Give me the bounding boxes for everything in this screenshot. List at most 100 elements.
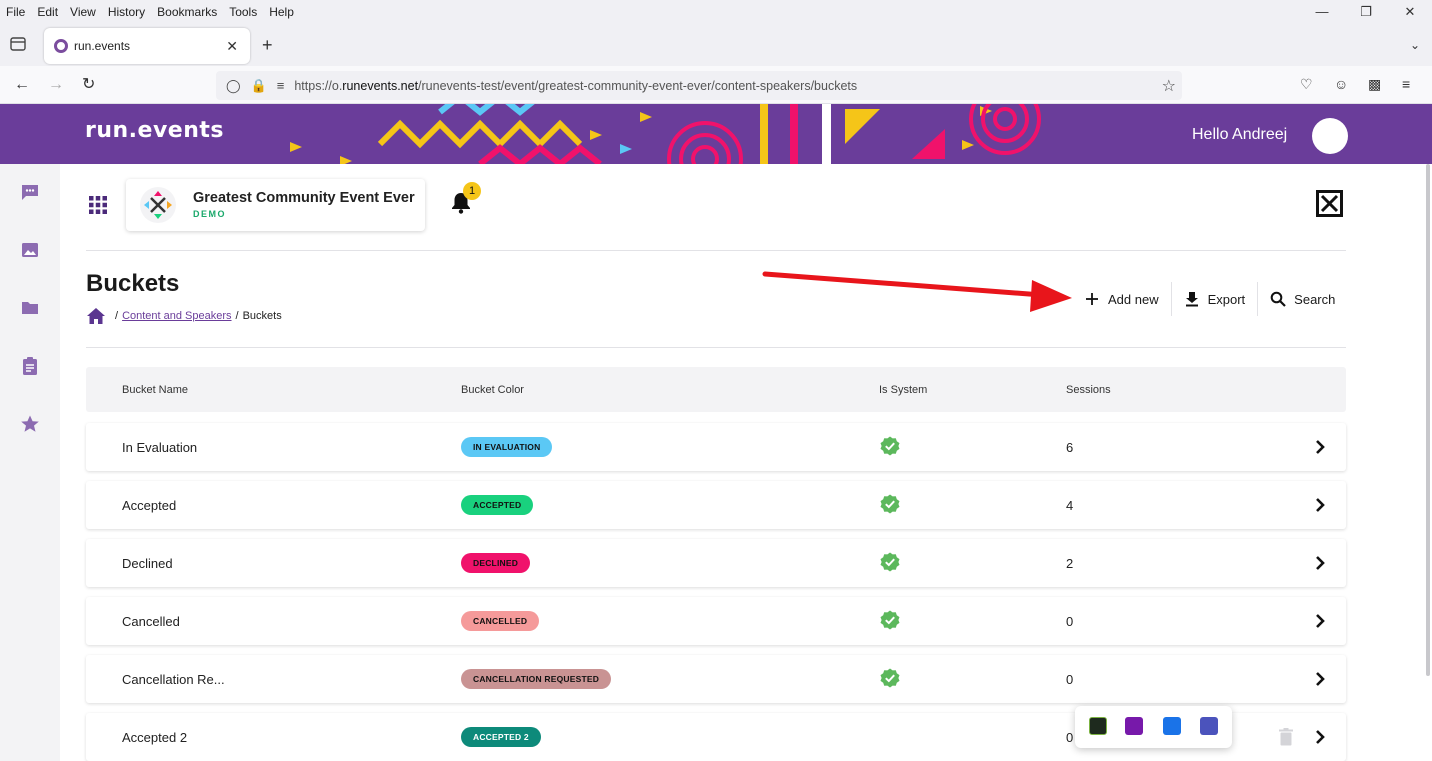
security-shield-app-icon[interactable] <box>1163 717 1181 735</box>
page-actions: Add new Export Search <box>1072 282 1347 316</box>
bucket-color-pill: DECLINED <box>461 553 531 573</box>
header-bucket-color[interactable]: Bucket Color <box>461 384 524 396</box>
table-row[interactable]: Accepted ACCEPTED 4 <box>86 481 1346 529</box>
url-bar[interactable]: ◯ 🔒 ≡ https://o.runevents.net/runevents-… <box>216 71 1182 100</box>
title-divider <box>86 347 1346 348</box>
runevents-favicon-icon <box>54 39 68 53</box>
session-count: 2 <box>1066 556 1074 571</box>
verified-check-icon <box>880 552 900 572</box>
search-label: Search <box>1294 291 1336 307</box>
breadcrumb-separator: / <box>115 310 119 322</box>
teams-app-icon[interactable] <box>1200 717 1218 735</box>
search-icon <box>1270 291 1286 307</box>
terminal-app-icon[interactable] <box>1089 717 1107 735</box>
download-icon <box>1185 292 1198 307</box>
chevron-right-icon[interactable] <box>1314 497 1326 513</box>
restore-button[interactable]: ❐ <box>1344 0 1388 24</box>
table-row[interactable]: Declined DECLINED 2 <box>86 539 1346 587</box>
header-divider <box>86 250 1346 251</box>
table-header: Bucket Name Bucket Color Is System Sessi… <box>86 367 1346 412</box>
menu-tools[interactable]: Tools <box>223 5 263 19</box>
tab-title: run.events <box>74 39 131 53</box>
chevron-right-icon[interactable] <box>1314 613 1326 629</box>
back-arrow-icon[interactable]: ← <box>14 75 30 95</box>
navigation-bar: ← → ↻ ◯ 🔒 ≡ https://o.runevents.net/rune… <box>0 66 1432 104</box>
menu-view[interactable]: View <box>64 5 102 19</box>
banner-divider <box>822 104 831 164</box>
notification-count-badge: 1 <box>463 182 481 200</box>
add-new-label: Add new <box>1108 291 1159 307</box>
window-controls: — ❐ ✕ <box>1300 0 1432 24</box>
forward-arrow-icon[interactable]: → <box>48 75 64 95</box>
event-name: Greatest Community Event Ever <box>193 190 415 206</box>
reload-icon[interactable]: ↻ <box>82 75 95 95</box>
tab-list-icon[interactable] <box>10 37 26 51</box>
close-window-button[interactable]: ✕ <box>1388 0 1432 24</box>
verified-check-icon <box>880 494 900 514</box>
header-bucket-name[interactable]: Bucket Name <box>122 384 188 396</box>
breadcrumb-link-content-speakers[interactable]: Content and Speakers <box>122 310 231 322</box>
event-logo-icon <box>140 187 176 223</box>
apps-grid-icon[interactable] <box>89 196 107 214</box>
verified-check-icon <box>880 436 900 456</box>
new-tab-button[interactable]: + <box>262 36 273 54</box>
bucket-color-pill: CANCELLATION REQUESTED <box>461 669 612 689</box>
bucket-name: In Evaluation <box>122 440 198 455</box>
hamburger-menu-icon[interactable]: ≡ <box>1402 76 1410 92</box>
add-new-button[interactable]: Add new <box>1072 282 1171 316</box>
search-button[interactable]: Search <box>1258 282 1347 316</box>
bookmark-star-icon[interactable]: ☆ <box>1162 76 1176 96</box>
chevron-right-icon[interactable] <box>1314 439 1326 455</box>
menu-edit[interactable]: Edit <box>31 5 64 19</box>
breadcrumb-current: Buckets <box>242 310 282 322</box>
menu-bookmarks[interactable]: Bookmarks <box>151 5 223 19</box>
session-count: 0 <box>1066 614 1074 629</box>
url-text[interactable]: https://o.runevents.net/runevents-test/e… <box>294 79 857 93</box>
menu-file[interactable]: File <box>0 5 31 19</box>
folder-icon[interactable] <box>20 298 40 318</box>
bucket-name: Cancellation Re... <box>122 672 225 687</box>
image-icon[interactable] <box>20 240 40 260</box>
export-button[interactable]: Export <box>1172 282 1258 316</box>
star-icon[interactable] <box>20 414 40 434</box>
page-title: Buckets <box>86 270 180 297</box>
menu-bar: File Edit View History Bookmarks Tools H… <box>0 0 1432 24</box>
session-count: 4 <box>1066 498 1074 513</box>
table-row[interactable]: Cancellation Re... CANCELLATION REQUESTE… <box>86 655 1346 703</box>
minimize-button[interactable]: — <box>1300 0 1344 24</box>
close-icon[interactable] <box>1316 190 1343 217</box>
browser-tab[interactable]: run.events ✕ <box>44 28 250 64</box>
chevron-right-icon[interactable] <box>1314 555 1326 571</box>
menu-help[interactable]: Help <box>263 5 300 19</box>
table-row[interactable]: In Evaluation IN EVALUATION 6 <box>86 423 1346 471</box>
home-icon[interactable] <box>87 308 105 324</box>
chevron-right-icon[interactable] <box>1314 729 1326 745</box>
bucket-color-pill: CANCELLED <box>461 611 540 631</box>
clipboard-icon[interactable] <box>20 356 40 376</box>
page-scrollbar[interactable] <box>1426 164 1430 676</box>
table-row[interactable]: Cancelled CANCELLED 0 <box>86 597 1346 645</box>
event-selector-card[interactable]: Greatest Community Event Ever DEMO <box>126 179 425 231</box>
lock-icon[interactable]: 🔒 <box>251 78 267 94</box>
extensions-icon[interactable]: ▩ <box>1368 76 1381 93</box>
header-is-system[interactable]: Is System <box>879 384 927 396</box>
tab-close-icon[interactable]: ✕ <box>226 38 238 55</box>
session-count: 6 <box>1066 440 1074 455</box>
tab-overflow-chevron-icon[interactable]: ⌄ <box>1410 38 1420 52</box>
header-sessions[interactable]: Sessions <box>1066 384 1111 396</box>
pocket-icon[interactable]: ♡ <box>1300 76 1313 93</box>
user-avatar[interactable] <box>1312 118 1348 154</box>
permissions-icon[interactable]: ≡ <box>277 78 285 93</box>
chevron-right-icon[interactable] <box>1314 671 1326 687</box>
session-count: 0 <box>1066 730 1074 745</box>
account-icon[interactable]: ☺ <box>1334 76 1348 92</box>
runevents-logo[interactable]: run.events <box>85 118 224 143</box>
trash-icon[interactable] <box>1279 728 1293 746</box>
plus-icon <box>1086 293 1098 305</box>
bucket-name: Declined <box>122 556 173 571</box>
onenote-app-icon[interactable] <box>1125 717 1143 735</box>
shield-icon[interactable]: ◯ <box>226 78 241 94</box>
menu-history[interactable]: History <box>102 5 151 19</box>
export-label: Export <box>1207 291 1246 307</box>
chat-icon[interactable] <box>20 182 40 202</box>
